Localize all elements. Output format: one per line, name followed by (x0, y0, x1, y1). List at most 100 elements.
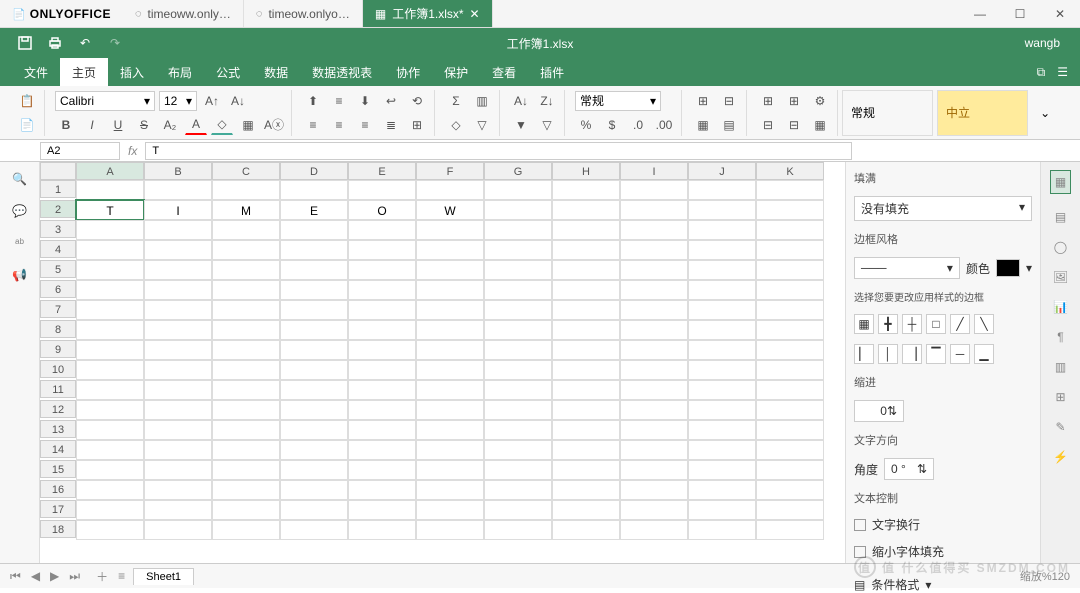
increase-font-icon[interactable]: A↑ (201, 91, 223, 111)
cell-F5[interactable] (416, 260, 484, 280)
percent-icon[interactable]: % (575, 115, 597, 135)
row-header-11[interactable]: 11 (40, 380, 76, 398)
align-center-icon[interactable]: ≡ (328, 115, 350, 135)
cell-F18[interactable] (416, 520, 484, 540)
cond-format-icon[interactable]: ▤ (854, 578, 865, 592)
cell-J6[interactable] (688, 280, 756, 300)
align-middle-icon[interactable]: ≡ (328, 91, 350, 111)
cell-I10[interactable] (620, 360, 688, 380)
sheet-prev-icon[interactable]: ◀ (31, 569, 40, 584)
cell-C2[interactable]: M (212, 200, 280, 220)
decrease-decimal-icon[interactable]: .0 (627, 115, 649, 135)
cell-G2[interactable] (484, 200, 552, 220)
border-right-icon[interactable]: ▕ (902, 344, 922, 364)
cell-H15[interactable] (552, 460, 620, 480)
cell-D15[interactable] (280, 460, 348, 480)
cell-D3[interactable] (280, 220, 348, 240)
cell-B2[interactable]: I (144, 200, 212, 220)
spreadsheet-grid[interactable]: ABCDEFGHIJK12TIMEOW345678910111213141516… (40, 162, 845, 563)
cell-B10[interactable] (144, 360, 212, 380)
cell-K3[interactable] (756, 220, 824, 240)
clear-icon[interactable]: ◇ (445, 115, 467, 135)
cell-K15[interactable] (756, 460, 824, 480)
cell-B8[interactable] (144, 320, 212, 340)
row-header-15[interactable]: 15 (40, 460, 76, 478)
align-justify-icon[interactable]: ≣ (380, 115, 402, 135)
row-header-14[interactable]: 14 (40, 440, 76, 458)
cell-C12[interactable] (212, 400, 280, 420)
insert-col-icon[interactable]: ⊞ (783, 91, 805, 111)
cell-E18[interactable] (348, 520, 416, 540)
cell-H7[interactable] (552, 300, 620, 320)
cell-F14[interactable] (416, 440, 484, 460)
cell-A5[interactable] (76, 260, 144, 280)
cell-H16[interactable] (552, 480, 620, 500)
cell-B15[interactable] (144, 460, 212, 480)
cell-J9[interactable] (688, 340, 756, 360)
cell-K17[interactable] (756, 500, 824, 520)
cell-B11[interactable] (144, 380, 212, 400)
align-top-icon[interactable]: ⬆ (302, 91, 324, 111)
eraser-icon[interactable]: ▽ (471, 115, 493, 135)
cell-E6[interactable] (348, 280, 416, 300)
border-cross-icon[interactable]: ┼ (902, 314, 922, 334)
cell-I7[interactable] (620, 300, 688, 320)
cell-G5[interactable] (484, 260, 552, 280)
cell-E8[interactable] (348, 320, 416, 340)
cell-A10[interactable] (76, 360, 144, 380)
feedback-icon[interactable]: 📢 (12, 268, 27, 282)
cell-style-normal[interactable]: 常规 (842, 90, 933, 136)
cell-D1[interactable] (280, 180, 348, 200)
cell-J1[interactable] (688, 180, 756, 200)
browser-tab-1[interactable]: ◌ timeow.onlyo… (244, 0, 363, 27)
cell-C7[interactable] (212, 300, 280, 320)
wrap-text-checkbox[interactable] (854, 519, 866, 531)
menu-home[interactable]: 主页 (60, 58, 108, 86)
fill-color-button[interactable]: ◇ (211, 115, 233, 135)
col-header-F[interactable]: F (416, 162, 484, 180)
cell-J14[interactable] (688, 440, 756, 460)
cell-H9[interactable] (552, 340, 620, 360)
cell-D14[interactable] (280, 440, 348, 460)
border-top-icon[interactable]: ▔ (926, 344, 946, 364)
cell-A18[interactable] (76, 520, 144, 540)
cell-E14[interactable] (348, 440, 416, 460)
cell-A4[interactable] (76, 240, 144, 260)
cell-settings-tab-icon[interactable]: ▦ (1050, 170, 1071, 194)
col-header-J[interactable]: J (688, 162, 756, 180)
cell-E13[interactable] (348, 420, 416, 440)
cell-G1[interactable] (484, 180, 552, 200)
cell-E16[interactable] (348, 480, 416, 500)
cell-H12[interactable] (552, 400, 620, 420)
cell-H10[interactable] (552, 360, 620, 380)
cell-E12[interactable] (348, 400, 416, 420)
menu-pivot[interactable]: 数据透视表 (300, 58, 384, 86)
cell-K10[interactable] (756, 360, 824, 380)
copy-button[interactable]: 📋 (16, 91, 38, 111)
cell-G8[interactable] (484, 320, 552, 340)
fill-down-icon[interactable]: ▥ (471, 91, 493, 111)
cell-C14[interactable] (212, 440, 280, 460)
cell-B9[interactable] (144, 340, 212, 360)
strike-button[interactable]: S (133, 115, 155, 135)
cond-format-icon[interactable]: ▤ (718, 115, 740, 135)
print-button[interactable] (40, 28, 70, 58)
cell-F9[interactable] (416, 340, 484, 360)
cell-B5[interactable] (144, 260, 212, 280)
cell-D10[interactable] (280, 360, 348, 380)
fx-icon[interactable]: fx (120, 144, 145, 158)
cell-J16[interactable] (688, 480, 756, 500)
row-header-3[interactable]: 3 (40, 220, 76, 238)
cell-I5[interactable] (620, 260, 688, 280)
cell-J2[interactable] (688, 200, 756, 220)
cell-F7[interactable] (416, 300, 484, 320)
cell-C4[interactable] (212, 240, 280, 260)
cell-J18[interactable] (688, 520, 756, 540)
cell-H5[interactable] (552, 260, 620, 280)
cell-H14[interactable] (552, 440, 620, 460)
cell-K14[interactable] (756, 440, 824, 460)
close-tab-icon[interactable]: ✕ (470, 7, 480, 21)
cell-B18[interactable] (144, 520, 212, 540)
cell-A2[interactable]: T (76, 200, 144, 220)
cell-A12[interactable] (76, 400, 144, 420)
